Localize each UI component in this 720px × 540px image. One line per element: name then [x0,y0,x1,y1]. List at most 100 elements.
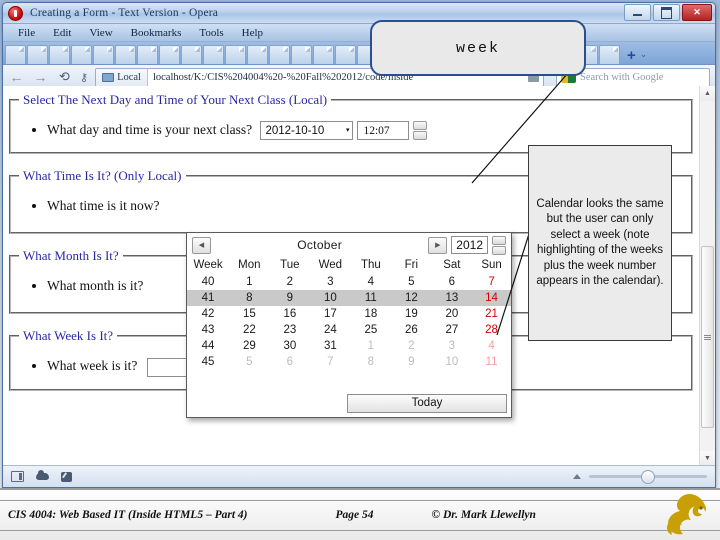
zoom-control[interactable] [573,470,707,484]
calendar-day-cell[interactable]: 11 [350,290,392,306]
calendar-week-row[interactable]: 41 8 9 10 11 12 13 14 [187,290,511,306]
calendar-body[interactable]: 40 1 2 3 4 5 6 7 41 8 9 10 11 12 13 14 42 15 16 17 18 19 20 21 4… [187,274,511,370]
calendar-day-cell[interactable]: 25 [351,322,392,338]
menu-edit[interactable]: Edit [44,26,80,40]
calendar-week-number[interactable]: 44 [187,338,229,354]
browser-tab[interactable] [115,45,136,64]
next-month-button[interactable]: ▶ [428,236,448,254]
zoom-slider-thumb[interactable] [641,470,655,484]
browser-tab[interactable] [49,45,70,64]
calendar-year-input[interactable]: 2012 [451,236,488,254]
browser-tab[interactable] [181,45,202,64]
calendar-week-number[interactable]: 41 [187,290,230,306]
zoom-slider-track[interactable] [589,470,707,484]
menu-bookmarks[interactable]: Bookmarks [122,26,191,40]
forward-icon[interactable]: → [32,69,49,85]
browser-tab[interactable] [137,45,158,64]
calendar-day-cell[interactable]: 4 [351,274,392,290]
menu-file[interactable]: File [9,26,44,40]
browser-tab[interactable] [599,45,620,64]
calendar-week-number[interactable]: 43 [187,322,229,338]
calendar-day-cell[interactable]: 2 [391,338,432,354]
browser-tab[interactable] [27,45,48,64]
calendar-day-cell[interactable]: 7 [310,354,351,370]
browser-tab[interactable] [313,45,334,64]
calendar-day-cell[interactable]: 15 [229,306,270,322]
calendar-day-cell[interactable]: 16 [270,306,311,322]
calendar-day-cell[interactable]: 9 [269,290,311,306]
maximize-button[interactable] [653,4,680,21]
calendar-day-cell[interactable]: 6 [432,274,473,290]
calendar-day-cell[interactable]: 31 [310,338,351,354]
browser-tab[interactable] [159,45,180,64]
note-icon[interactable] [61,471,72,482]
scrollbar-thumb[interactable] [701,246,714,428]
datetime-spinner[interactable] [413,121,428,141]
calendar-day-cell[interactable]: 26 [391,322,432,338]
time-input[interactable]: 12:07 [357,121,410,141]
calendar-day-cell[interactable]: 1 [351,338,392,354]
close-button[interactable]: ✕ [682,4,712,21]
calendar-day-cell[interactable]: 2 [270,274,311,290]
calendar-day-cell[interactable]: 8 [351,354,392,370]
browser-tab[interactable] [225,45,246,64]
calendar-day-cell[interactable]: 4 [472,338,511,354]
calendar-week-row[interactable]: 40 1 2 3 4 5 6 7 [187,274,511,290]
browser-tab[interactable] [5,45,26,64]
calendar-day-cell[interactable]: 3 [310,274,351,290]
calendar-week-number[interactable]: 45 [187,354,229,370]
panel-icon[interactable] [11,471,24,482]
menu-view[interactable]: View [80,26,121,40]
browser-tab[interactable] [71,45,92,64]
back-icon[interactable]: ← [8,69,25,85]
week-picker-calendar[interactable]: ◀ October ▶ 2012 Week Mon Tue Wed Thu Fri Sat S… [186,232,512,418]
calendar-day-cell[interactable]: 13 [431,290,473,306]
browser-tab[interactable] [269,45,290,64]
chevron-down-icon[interactable]: ⌄ [640,49,648,60]
calendar-day-cell[interactable]: 17 [310,306,351,322]
calendar-day-cell[interactable]: 11 [472,354,511,370]
calendar-day-cell[interactable]: 3 [432,338,473,354]
browser-tab[interactable] [247,45,268,64]
vertical-scrollbar[interactable]: ▲ ▼ [699,86,715,466]
calendar-day-cell[interactable]: 19 [391,306,432,322]
calendar-week-number[interactable]: 42 [187,306,229,322]
calendar-grid[interactable]: Week Mon Tue Wed Thu Fri Sat Sun 40 1 2 3 4 5 6 7 41 8 9 1… [187,257,511,370]
calendar-day-cell[interactable]: 10 [432,354,473,370]
calendar-day-cell[interactable]: 5 [229,354,270,370]
date-select[interactable]: 2012-10-10 ▾ [260,121,354,141]
calendar-week-row[interactable]: 43 22 23 24 25 26 27 28 [187,322,511,338]
scroll-down-icon[interactable]: ▼ [700,451,715,466]
today-button[interactable]: Today [347,393,507,413]
calendar-day-cell[interactable]: 9 [391,354,432,370]
cloud-icon[interactable] [36,470,49,480]
menu-help[interactable]: Help [233,26,272,40]
calendar-day-cell[interactable]: 12 [391,290,432,306]
calendar-day-cell[interactable]: 6 [270,354,311,370]
prev-month-button[interactable]: ◀ [192,236,211,254]
calendar-day-cell[interactable]: 1 [229,274,270,290]
calendar-day-cell[interactable]: 18 [351,306,392,322]
browser-tab[interactable] [291,45,312,64]
browser-tab[interactable] [335,45,356,64]
calendar-day-cell[interactable]: 29 [229,338,270,354]
browser-tab[interactable] [93,45,114,64]
calendar-week-row[interactable]: 42 15 16 17 18 19 20 21 [187,306,511,322]
calendar-day-cell[interactable]: 24 [310,322,351,338]
calendar-day-cell[interactable]: 5 [391,274,432,290]
new-tab-button[interactable]: + [627,48,636,63]
calendar-day-cell[interactable]: 20 [432,306,473,322]
calendar-week-row[interactable]: 45 5 6 7 8 9 10 11 [187,354,511,370]
calendar-week-row[interactable]: 44 29 30 31 1 2 3 4 [187,338,511,354]
reload-icon[interactable]: ⟳ [56,69,73,85]
minimize-button[interactable] [624,4,651,21]
calendar-day-cell[interactable]: 10 [310,290,351,306]
calendar-day-cell[interactable]: 23 [270,322,311,338]
calendar-day-cell[interactable]: 22 [229,322,270,338]
calendar-day-cell[interactable]: 27 [432,322,473,338]
calendar-day-cell[interactable]: 30 [270,338,311,354]
browser-tab[interactable] [203,45,224,64]
scroll-up-icon[interactable]: ▲ [700,86,715,101]
menu-tools[interactable]: Tools [190,26,232,40]
key-icon[interactable]: ⚷ [80,71,88,84]
